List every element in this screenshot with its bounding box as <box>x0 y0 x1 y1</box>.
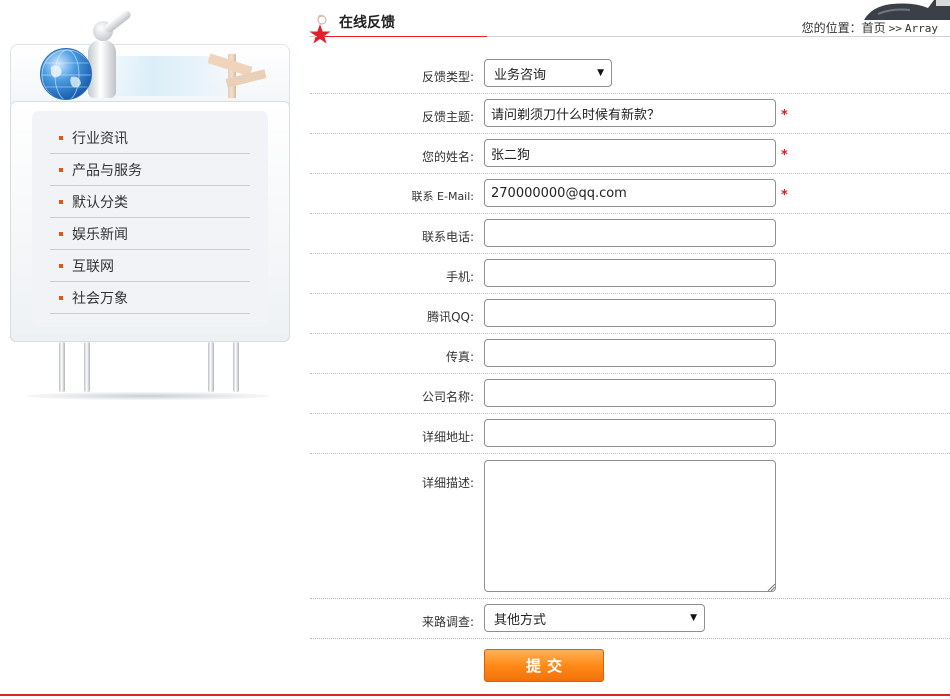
fax-input[interactable] <box>484 339 776 367</box>
required-mark: * <box>781 148 788 163</box>
category-item[interactable]: 产品与服务 <box>50 154 250 186</box>
email-input[interactable] <box>484 179 776 207</box>
category-item-label[interactable]: 社会万象 <box>72 288 128 308</box>
billboard-leg <box>233 342 239 392</box>
description-textarea[interactable] <box>484 460 776 592</box>
category-item-label[interactable]: 互联网 <box>72 256 114 276</box>
category-item[interactable]: 娱乐新闻 <box>50 218 250 250</box>
bullet-icon <box>59 263 63 268</box>
category-item-label[interactable]: 娱乐新闻 <box>72 224 128 244</box>
breadcrumb: 您的位置：首页 >> Array <box>802 19 938 36</box>
header-accent-line <box>317 36 487 37</box>
category-item-label[interactable]: 产品与服务 <box>72 160 142 180</box>
form-row-qq: 腾讯QQ: <box>310 294 950 334</box>
section-header: 在线反馈 您的位置：首页 >> Array <box>309 0 950 44</box>
bullet-icon <box>59 199 63 204</box>
subject-label: 反馈主题: <box>421 110 474 124</box>
bullet-icon <box>59 295 63 300</box>
feedback-form: 反馈类型: 业务咨询 ▼ 反馈主题: * 您的姓名: * 联系 E-Mail: … <box>310 54 950 639</box>
sidebar-billboard: 行业资讯 产品与服务 默认分类 娱乐新闻 互联网 社会万象 <box>0 0 300 440</box>
form-row-company: 公司名称: <box>310 374 950 414</box>
source-select[interactable]: 其他方式 ▼ <box>484 604 705 632</box>
company-label: 公司名称: <box>421 390 474 404</box>
billboard-shadow <box>26 392 270 400</box>
billboard-leg <box>59 342 65 392</box>
form-row-feedback-type: 反馈类型: 业务咨询 ▼ <box>310 54 950 94</box>
company-input[interactable] <box>484 379 776 407</box>
globe-icon <box>40 48 92 100</box>
email-label: 联系 E-Mail: <box>411 190 474 203</box>
star-icon <box>309 14 331 44</box>
required-mark: * <box>781 108 788 123</box>
page-title: 在线反馈 <box>339 15 395 31</box>
source-selected: 其他方式 <box>494 612 547 628</box>
phone-label: 联系电话: <box>421 230 474 244</box>
category-menu: 行业资讯 产品与服务 默认分类 娱乐新闻 互联网 社会万象 <box>50 122 250 314</box>
address-label: 详细地址: <box>421 430 474 444</box>
form-row-phone: 联系电话: <box>310 214 950 254</box>
form-row-subject: 反馈主题: * <box>310 94 950 134</box>
category-item[interactable]: 默认分类 <box>50 186 250 218</box>
qq-label: 腾讯QQ: <box>427 310 474 324</box>
triangle-down-icon: ▼ <box>690 613 697 623</box>
name-input[interactable] <box>484 139 776 167</box>
breadcrumb-home-link[interactable]: 首页 <box>862 21 886 35</box>
form-row-source: 来路调查: 其他方式 ▼ <box>310 599 950 639</box>
category-item[interactable]: 行业资讯 <box>50 122 250 154</box>
required-mark: * <box>781 188 788 203</box>
category-item-label[interactable]: 默认分类 <box>72 192 128 212</box>
subject-input[interactable] <box>484 99 776 127</box>
bullet-icon <box>59 167 63 172</box>
category-item[interactable]: 互联网 <box>50 250 250 282</box>
phone-input[interactable] <box>484 219 776 247</box>
mobile-input[interactable] <box>484 259 776 287</box>
feedback-type-selected: 业务咨询 <box>494 67 547 83</box>
category-item[interactable]: 社会万象 <box>50 282 250 314</box>
triangle-down-icon: ▼ <box>597 68 604 78</box>
category-item-label[interactable]: 行业资讯 <box>72 128 128 148</box>
name-label: 您的姓名: <box>421 150 474 164</box>
breadcrumb-current: Array <box>904 22 938 35</box>
form-row-mobile: 手机: <box>310 254 950 294</box>
breadcrumb-prefix: 您的位置： <box>801 21 862 35</box>
mobile-label: 手机: <box>445 270 474 284</box>
billboard-leg <box>208 342 214 392</box>
submit-button[interactable]: 提交 <box>484 649 604 682</box>
submit-row: 提交 <box>310 648 950 684</box>
form-row-email: 联系 E-Mail: * <box>310 174 950 214</box>
bullet-icon <box>59 231 63 236</box>
footer-divider <box>0 694 950 696</box>
person-figure-icon <box>88 40 116 98</box>
address-input[interactable] <box>484 419 776 447</box>
bullet-icon <box>59 135 63 140</box>
form-row-name: 您的姓名: * <box>310 134 950 174</box>
form-row-fax: 传真: <box>310 334 950 374</box>
description-label: 详细描述: <box>421 476 474 490</box>
fax-label: 传真: <box>445 350 474 364</box>
breadcrumb-separator: >> <box>888 22 902 35</box>
billboard-leg <box>84 342 90 392</box>
source-label: 来路调查: <box>421 615 474 629</box>
form-row-description: 详细描述: <box>310 454 950 599</box>
qq-input[interactable] <box>484 299 776 327</box>
feedback-type-label: 反馈类型: <box>421 70 474 84</box>
feedback-type-select[interactable]: 业务咨询 ▼ <box>484 59 612 87</box>
form-row-address: 详细地址: <box>310 414 950 454</box>
